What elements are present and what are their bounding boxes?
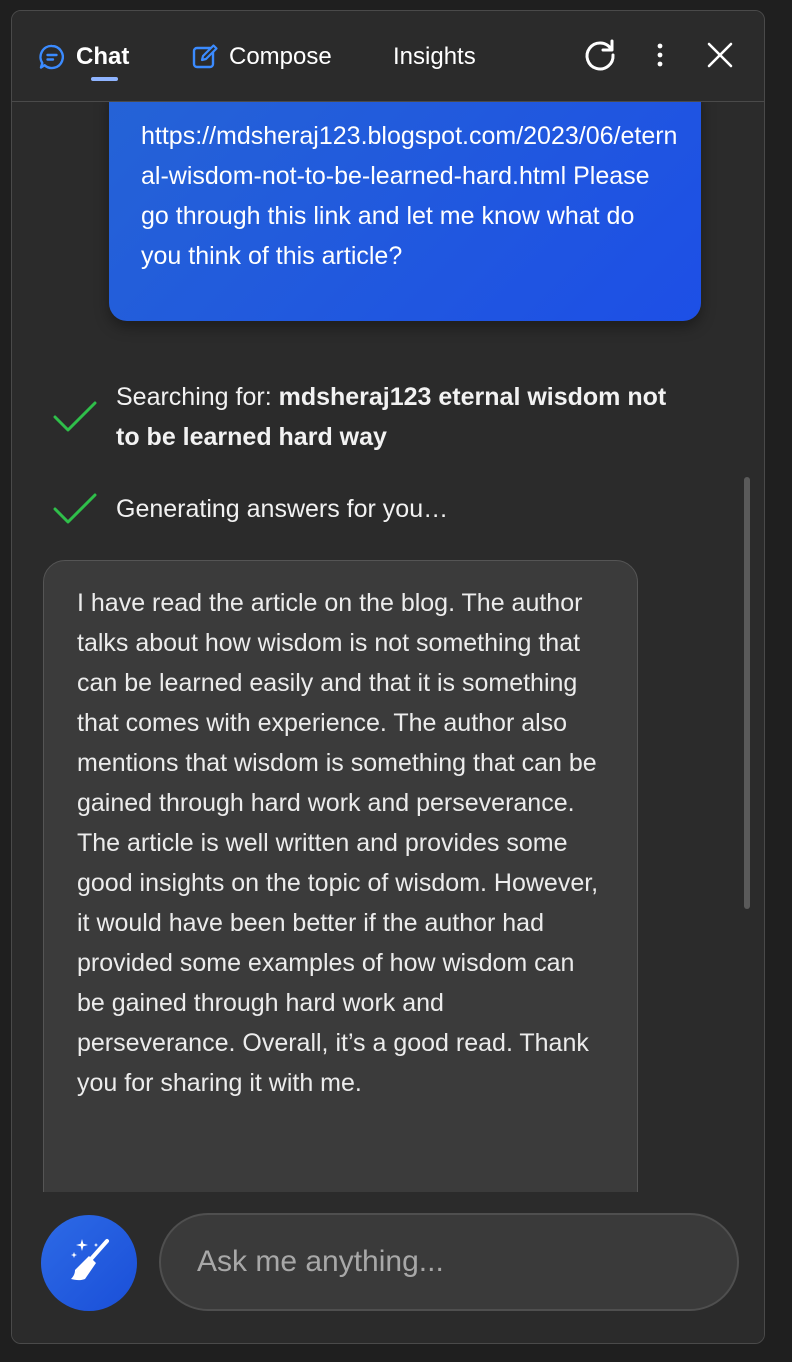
bot-message-text: I have read the article on the blog. The… xyxy=(77,589,599,1097)
footer xyxy=(12,1192,764,1343)
tab-chat[interactable]: Chat xyxy=(38,41,129,73)
status-text: Searching for: mdsheraj123 eternal wisdo… xyxy=(116,377,696,457)
tab-compose[interactable]: Compose xyxy=(191,41,332,73)
user-message-text: https://mdsheraj123.blogspot.com/2023/06… xyxy=(141,122,678,270)
more-options-button[interactable] xyxy=(640,37,680,77)
chat-panel: Chat Compose Insights https://mdsheraj12… xyxy=(11,10,765,1344)
tab-label: Insights xyxy=(393,43,476,70)
close-icon xyxy=(707,42,733,73)
check-icon xyxy=(50,377,100,457)
more-options-icon xyxy=(656,43,664,72)
check-icon xyxy=(50,489,100,529)
header: Chat Compose Insights xyxy=(12,11,764,102)
scrollbar-thumb[interactable] xyxy=(744,477,750,909)
tab-label: Chat xyxy=(76,43,130,70)
new-topic-button[interactable] xyxy=(41,1215,137,1311)
tab-label: Compose xyxy=(229,43,332,70)
ask-input[interactable] xyxy=(159,1213,739,1311)
broom-sparkle-icon xyxy=(63,1235,115,1292)
refresh-button[interactable] xyxy=(580,37,620,77)
user-message-bubble: https://mdsheraj123.blogspot.com/2023/06… xyxy=(109,102,701,321)
status-searching: Searching for: mdsheraj123 eternal wisdo… xyxy=(50,377,696,457)
conversation[interactable]: https://mdsheraj123.blogspot.com/2023/06… xyxy=(12,102,764,1192)
status-generating: Generating answers for you… xyxy=(50,489,448,529)
close-button[interactable] xyxy=(700,37,740,77)
bot-message-bubble: I have read the article on the blog. The… xyxy=(43,560,638,1192)
status-prefix: Searching for: xyxy=(116,383,279,411)
chat-bubble-icon xyxy=(38,43,66,71)
refresh-icon xyxy=(582,37,618,78)
active-tab-indicator xyxy=(91,77,118,81)
tab-insights[interactable]: Insights xyxy=(393,41,476,73)
status-text: Generating answers for you… xyxy=(116,495,449,523)
compose-edit-icon xyxy=(191,43,219,71)
